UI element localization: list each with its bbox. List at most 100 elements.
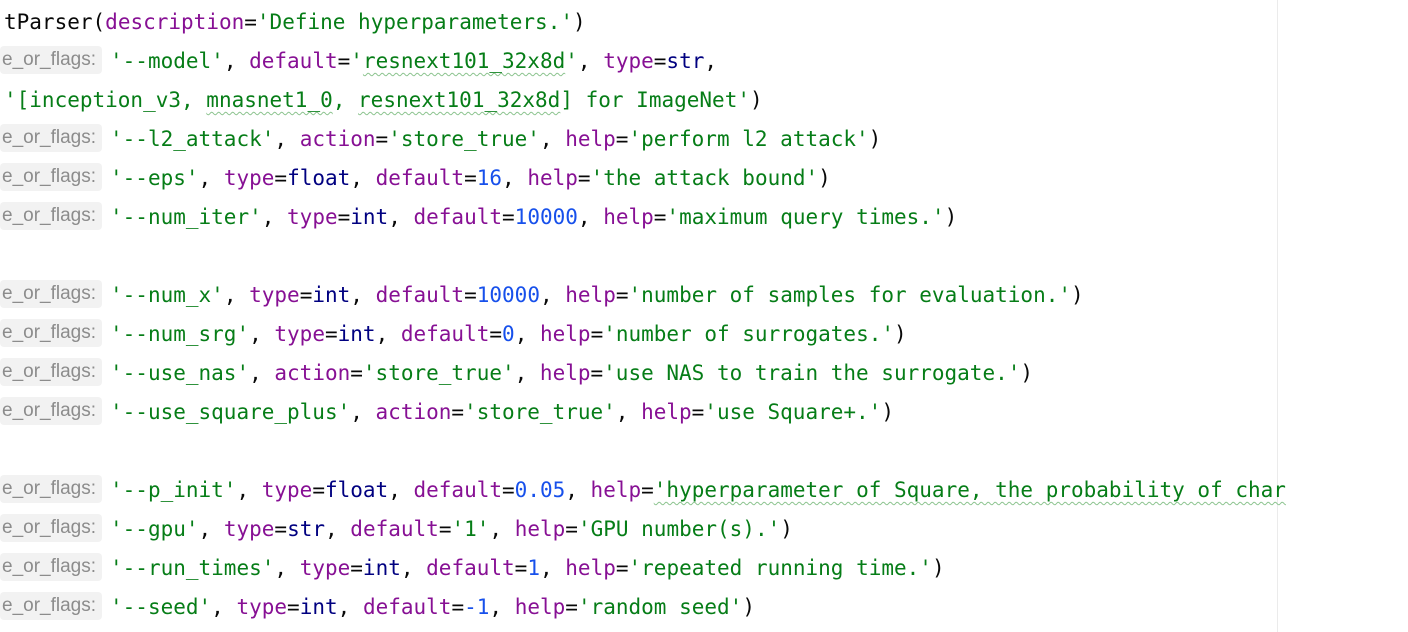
code-token-plain: ) (1020, 361, 1034, 385)
parameter-name-hint: e_or_flags: (0, 202, 103, 230)
code-token-plain: , (223, 49, 250, 73)
code-token-plain: , (577, 49, 604, 73)
code-token-kw: help (565, 283, 616, 307)
code-token-str: '--model' (110, 49, 224, 73)
code-token-plain: = (653, 205, 667, 229)
code-token-num: 1 (527, 556, 540, 580)
parameter-name-hint: e_or_flags: (0, 319, 103, 347)
code-token-plain: = (438, 517, 452, 541)
code-token-kw: default (350, 517, 439, 541)
code-token-num: 10000 (476, 283, 540, 307)
code-line[interactable]: e_or_flags: '--num_iter', type=int, defau… (0, 198, 957, 237)
code-token-plain: , (539, 283, 566, 307)
code-line[interactable]: '[inception_v3, mnasnet1_0, resnext101_3… (4, 81, 763, 120)
code-token-plain: ) (868, 127, 882, 151)
code-token-plain: ) (894, 322, 907, 346)
code-token-kw: help (565, 556, 616, 580)
code-token-str: ' (565, 49, 578, 73)
code-line[interactable]: e_or_flags: '--p_init', type=float, defau… (0, 471, 1286, 510)
code-token-str: 'number of samples for evaluation.' (628, 283, 1072, 307)
code-token-str: 'perform l2 attack' (628, 127, 869, 151)
code-line[interactable]: e_or_flags: '--gpu', type=str, default='1… (0, 510, 793, 549)
code-line[interactable]: e_or_flags: '--use_nas', action='store_tr… (0, 354, 1033, 393)
parameter-name-hint: e_or_flags: (0, 475, 103, 503)
code-token-plain: ) (944, 205, 958, 229)
code-token-str: '--use_square_plus' (110, 400, 351, 424)
code-token-kw: type (603, 49, 654, 73)
code-line[interactable]: tParser(description='Define hyperparamet… (4, 3, 586, 42)
code-token-plain: = (274, 166, 288, 190)
code-token-kw: help (590, 478, 642, 502)
code-token-plain: = (615, 556, 629, 580)
code-token-str: 'number of surrogates.' (603, 322, 895, 346)
code-token-plain: = (337, 49, 351, 73)
code-token-kw: type (223, 166, 275, 190)
code-token-plain: , (539, 556, 566, 580)
code-token-plain: , (198, 166, 224, 190)
code-token-plain: ) (881, 400, 894, 424)
code-token-kw: type (287, 205, 338, 229)
code-token-str: 'store_true' (388, 127, 540, 151)
code-token-plain: , (325, 517, 351, 541)
code-line[interactable]: e_or_flags: '--l2_attack', action='store_… (0, 120, 881, 159)
parameter-name-hint: e_or_flags: (0, 358, 103, 386)
code-token-str: 'repeated running time.' (628, 556, 932, 580)
code-line[interactable]: e_or_flags: '--seed', type=int, default=-… (0, 588, 755, 627)
code-token-kw: type (249, 283, 300, 307)
code-token-kw: description (105, 10, 245, 34)
code-line[interactable]: e_or_flags: '--eps', type=float, default=… (0, 159, 831, 198)
code-token-str: 'use Square+.' (704, 400, 882, 424)
code-editor[interactable]: tParser(description = 'Define hyperparamet… (0, 0, 1408, 632)
code-line[interactable]: e_or_flags: '--use_square_plus', action='… (0, 393, 894, 432)
code-token-plain: = (489, 322, 503, 346)
code-token-plain: , (514, 361, 540, 385)
code-token-str: resnext101_32x8d (358, 88, 561, 112)
code-token-builtin: int (337, 322, 376, 346)
code-token-plain: , (375, 322, 401, 346)
code-token-plain: = (590, 361, 604, 385)
code-line[interactable]: e_or_flags: '--run_times', type=int, defa… (0, 549, 945, 588)
code-token-builtin: float (287, 166, 351, 190)
code-token-str: '[inception_v3, (4, 88, 207, 112)
code-token-str: 'use NAS to train the surrogate.' (603, 361, 1021, 385)
code-token-plain: ) (742, 595, 755, 619)
code-token-str: '--num_iter' (110, 205, 262, 229)
code-token-plain: , (198, 517, 224, 541)
code-token-builtin: int (362, 556, 401, 580)
code-token-plain: = (375, 127, 389, 151)
code-token-plain: = (565, 595, 578, 619)
code-token-plain: ( (92, 10, 106, 34)
code-token-plain: = (565, 517, 578, 541)
parameter-name-hint: e_or_flags: (0, 280, 103, 308)
code-token-str: 'Define hyperparameters.' (256, 10, 573, 34)
code-token-str: '--num_x' (110, 283, 224, 307)
code-line[interactable]: e_or_flags: '--num_srg', type=int, defaul… (0, 315, 907, 354)
code-token-str: 'hyperparameter of Square, the probabili… (653, 478, 1286, 502)
code-token-plain: ) (818, 166, 831, 190)
code-token-plain: ) (749, 88, 763, 112)
code-token-plain: = (615, 127, 629, 151)
code-token-plain: , (577, 205, 604, 229)
code-token-kw: help (514, 595, 566, 619)
parameter-name-hint: e_or_flags: (0, 124, 103, 152)
parameter-name-hint: e_or_flags: (0, 592, 103, 620)
code-token-kw: type (261, 478, 313, 502)
code-line[interactable]: e_or_flags: '--model', default='resnext10… (0, 42, 717, 81)
code-token-kw: action (274, 361, 351, 385)
code-token-str: 'store_true' (464, 400, 616, 424)
code-token-plain: = (299, 283, 313, 307)
code-token-plain: = (451, 595, 465, 619)
code-token-kw: default (413, 478, 503, 502)
code-token-plain: , (350, 400, 376, 424)
code-token-str: '--use_nas' (110, 361, 250, 385)
code-token-plain: = (691, 400, 705, 424)
code-token-str: , (332, 88, 359, 112)
code-line[interactable]: e_or_flags: '--num_x', type=int, default=… (0, 276, 1084, 315)
code-token-plain: , (236, 478, 262, 502)
code-token-plain: , (565, 478, 591, 502)
code-token-plain: , (489, 595, 515, 619)
code-token-plain: , (388, 205, 414, 229)
code-token-num: 16 (476, 166, 503, 190)
code-token-str: 'maximum query times.' (666, 205, 945, 229)
code-token-plain: = (244, 10, 257, 34)
